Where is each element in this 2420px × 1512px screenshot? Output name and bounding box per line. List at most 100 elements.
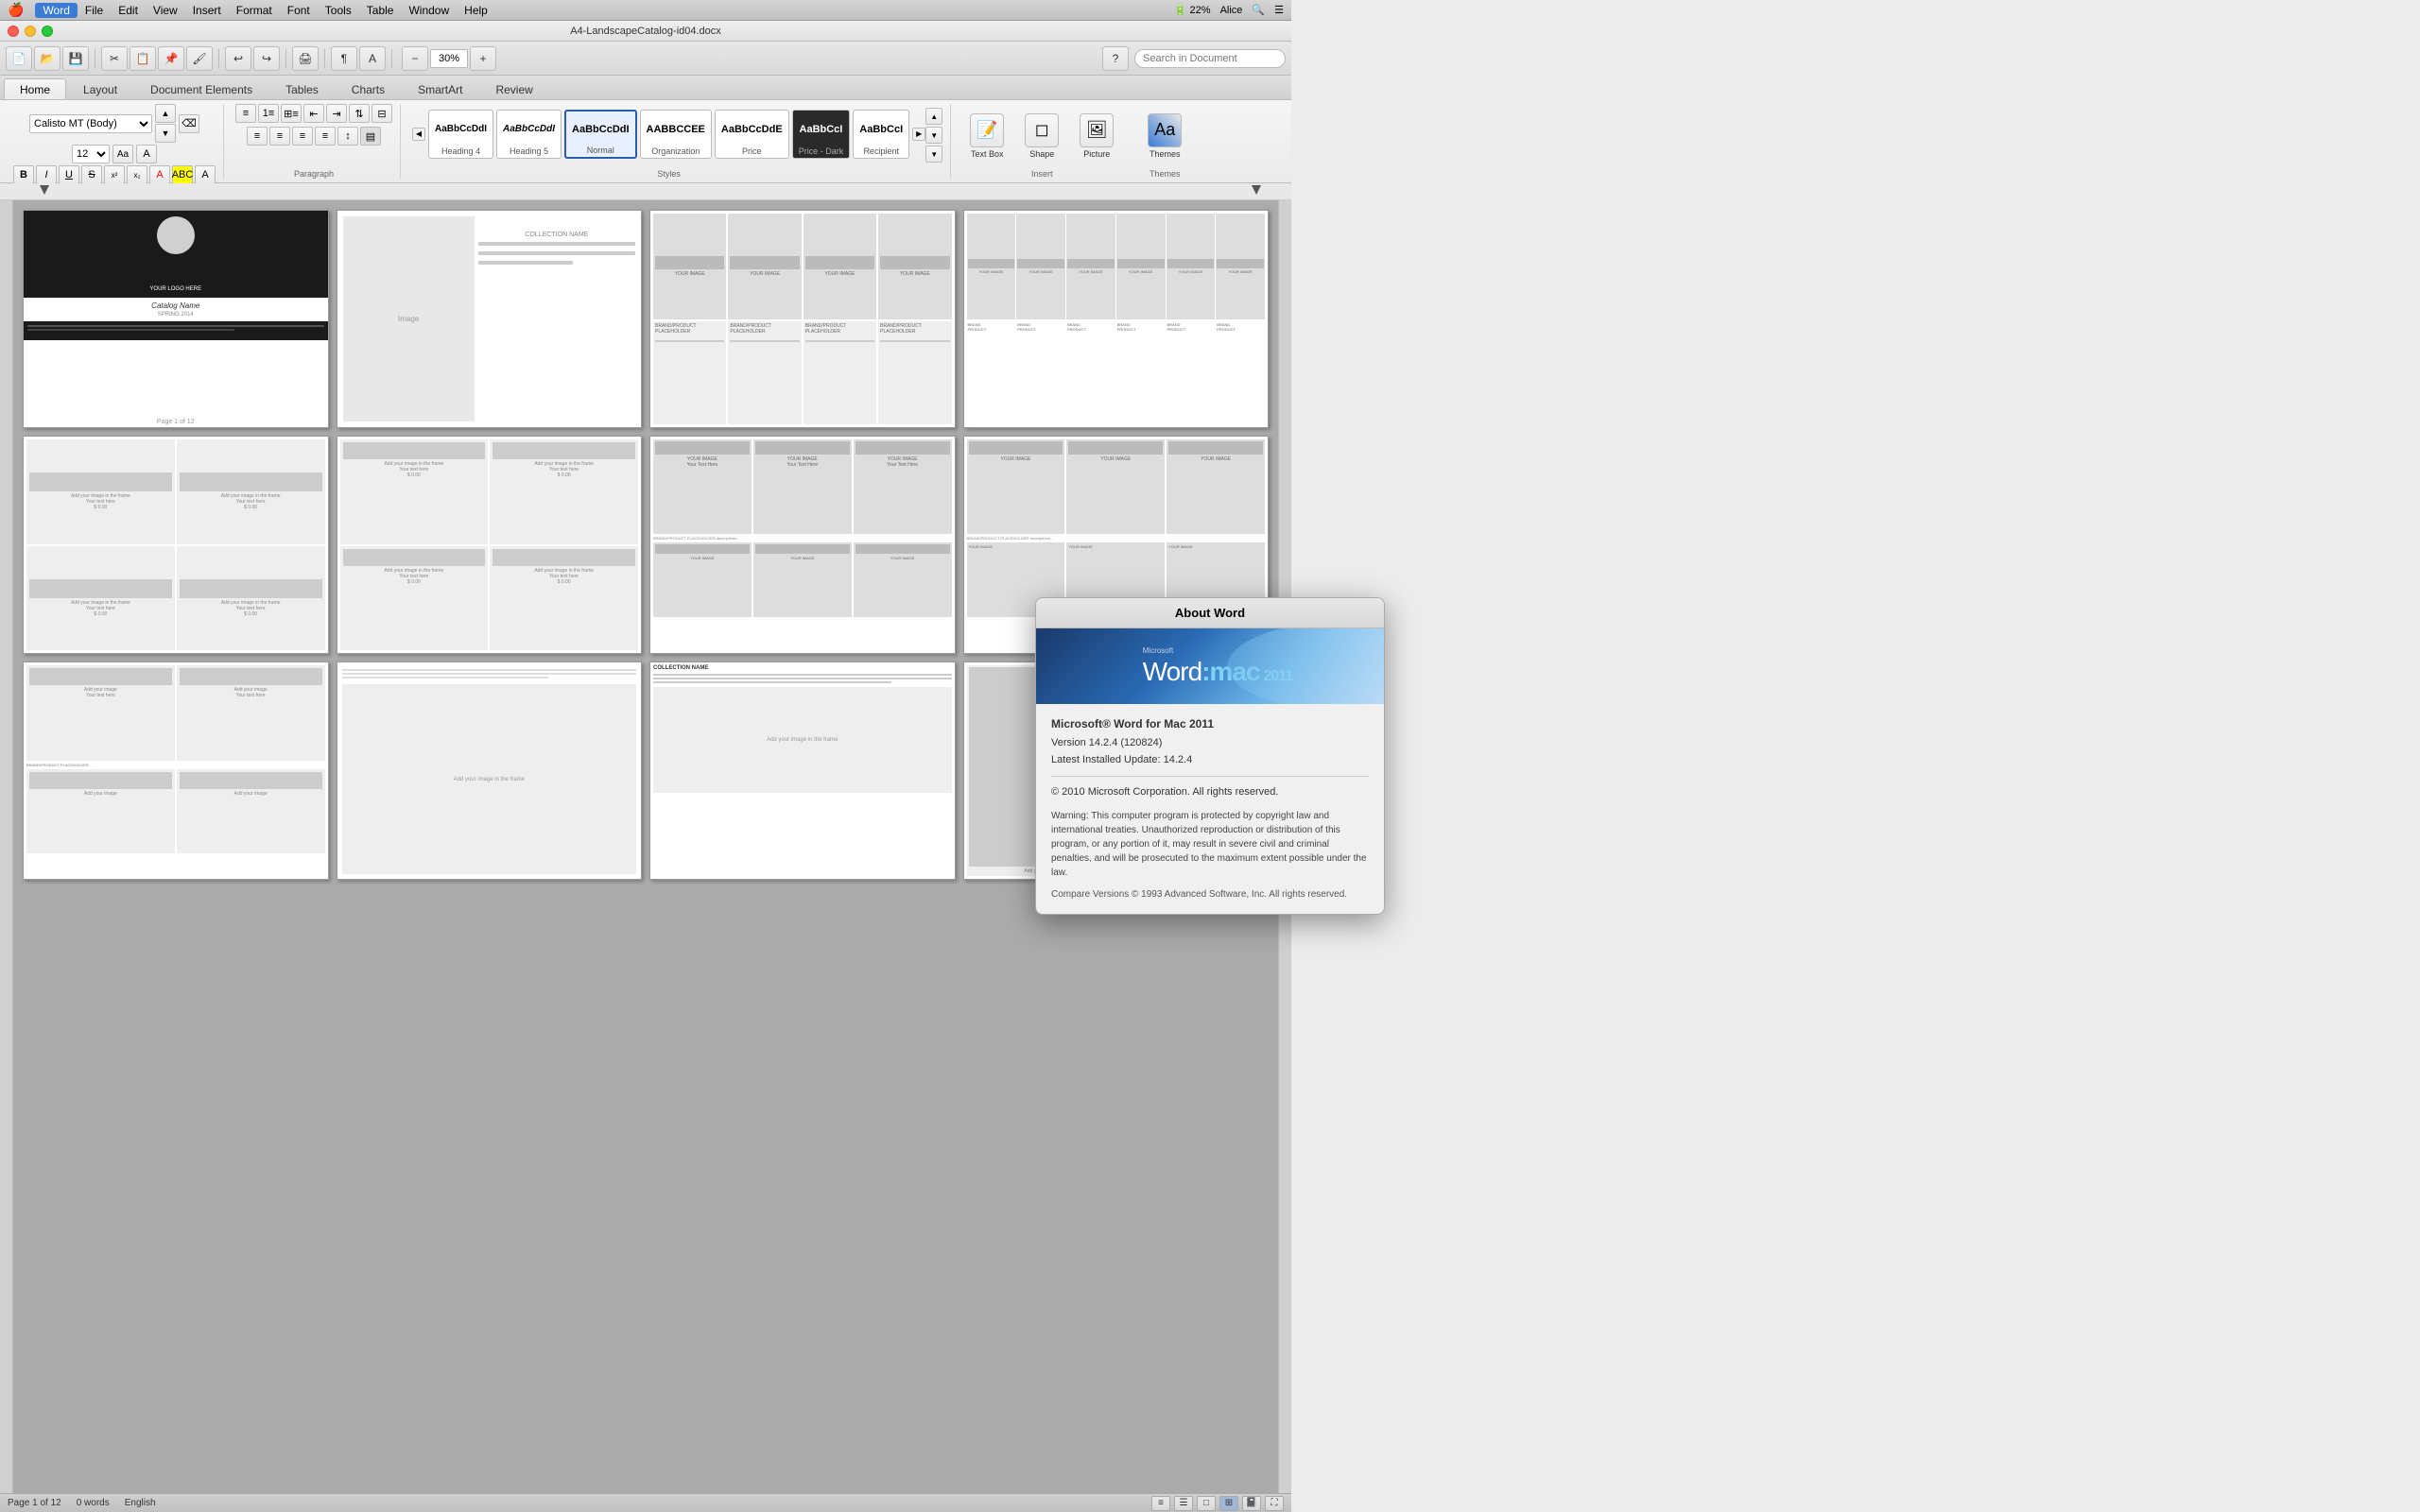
menu-format[interactable]: Format [229,3,280,18]
menu-edit[interactable]: Edit [111,3,146,18]
style-organization[interactable]: AABBCCEE Organization [640,110,712,159]
page-thumb-6[interactable]: Add your image in the frameYour text her… [337,436,643,654]
style-recipient[interactable]: AaBbCcI Recipient [853,110,909,159]
justify-button[interactable]: ≡ [315,127,336,146]
tab-tables[interactable]: Tables [269,78,335,99]
styles-prev-button[interactable]: ◀ [412,128,425,141]
increase-indent-button[interactable]: ⇥ [326,104,347,123]
align-right-button[interactable]: ≡ [292,127,313,146]
bold-button[interactable]: B [13,165,34,184]
tab-document-elements[interactable]: Document Elements [134,78,268,99]
apple-menu[interactable]: 🍎 [8,2,24,18]
strikethrough-button[interactable]: S [81,165,102,184]
page-layout-button[interactable]: ⊞ [1219,1496,1238,1511]
help-button[interactable]: ? [1102,46,1129,71]
numbering-button[interactable]: 1≡ [258,104,279,123]
menu-insert[interactable]: Insert [185,3,229,18]
draft-view-button[interactable]: ≡ [1151,1496,1170,1511]
superscript-button[interactable]: x² [104,165,125,184]
styles-expand-button[interactable]: ▲ [925,108,942,125]
menu-word[interactable]: Word [35,3,77,18]
tab-home[interactable]: Home [4,78,66,99]
tab-review[interactable]: Review [479,78,548,99]
page-thumb-9[interactable]: Add your imageYour text here Add your im… [23,662,329,880]
sort-button[interactable]: ⇅ [349,104,370,123]
menu-view[interactable]: View [146,3,185,18]
focus-mode-button[interactable]: ⛶ [1265,1496,1284,1511]
page-thumb-2[interactable]: Image COLLECTION NAME [337,210,643,428]
zoom-out-button[interactable]: − [402,46,428,71]
paragraph-marks-button[interactable]: ¶ [331,46,357,71]
tab-smartart[interactable]: SmartArt [402,78,478,99]
bullets-button[interactable]: ≡ [235,104,256,123]
shading-button[interactable]: ▤ [360,127,381,146]
highlight-button[interactable]: ABC [172,165,193,184]
font-size-up-button[interactable]: ▲ [155,104,176,123]
menu-help[interactable]: Help [457,3,495,18]
page-thumb-4[interactable]: YOUR IMAGE YOUR IMAGE YOUR IMAGE YOUR IM… [963,210,1270,428]
column-layout-button[interactable]: ⊟ [372,104,392,123]
shape-insert[interactable]: ◻ Shape [1017,112,1066,161]
italic-button[interactable]: I [36,165,57,184]
font-size-down-button[interactable]: ▼ [155,124,176,143]
search-icon[interactable]: 🔍 [1252,4,1265,16]
format-paint-button[interactable]: 🖌 [186,46,213,71]
styles-next-button[interactable]: ▶ [912,128,925,141]
paste-button[interactable]: 📌 [158,46,184,71]
style-price-dark[interactable]: AaBbCcI Price - Dark [792,110,851,159]
menu-font[interactable]: Font [280,3,318,18]
tab-charts[interactable]: Charts [336,78,401,99]
zoom-input[interactable] [430,49,468,68]
uppercase-button[interactable]: Aa [112,145,133,163]
align-left-button[interactable]: ≡ [247,127,268,146]
copy-button[interactable]: 📋 [130,46,156,71]
page-thumb-3[interactable]: YOUR IMAGE YOUR IMAGE YOUR IMAGE YOUR IM… [649,210,956,428]
style-price[interactable]: AaBbCcDdE Price [715,110,789,159]
print-layout-button[interactable]: □ [1197,1496,1216,1511]
page-thumb-1[interactable]: YOUR LOGO HERE Catalog Name SPRING 2014 … [23,210,329,428]
tab-layout[interactable]: Layout [67,78,133,99]
decrease-indent-button[interactable]: ⇤ [303,104,324,123]
print-button[interactable]: 🖨 [292,46,319,71]
menu-file[interactable]: File [78,3,111,18]
picture-insert[interactable]: 🖼 Picture [1072,112,1121,161]
style-heading4[interactable]: AaBbCcDdI Heading 4 [428,110,493,159]
new-button[interactable]: 📄 [6,46,32,71]
text-effects-button[interactable]: A [195,165,216,184]
menu-tools[interactable]: Tools [318,3,359,18]
page-thumb-7[interactable]: YOUR IMAGEYour Text Here YOUR IMAGEYour … [649,436,956,654]
formatting-button[interactable]: A [359,46,386,71]
outline-view-button[interactable]: ☰ [1174,1496,1193,1511]
themes-insert[interactable]: Aa Themes [1140,112,1189,161]
redo-button[interactable]: ↪ [253,46,280,71]
menu-icon[interactable]: ☰ [1274,4,1284,16]
undo-button[interactable]: ↩ [225,46,251,71]
styles-menu-button[interactable]: ▼ [925,146,942,163]
style-normal[interactable]: AaBbCcDdI Normal [564,110,637,159]
menu-window[interactable]: Window [401,3,457,18]
text-box-insert[interactable]: 📝 Text Box [962,112,1011,161]
subscript-button[interactable]: x₂ [127,165,147,184]
font-color-button[interactable]: A [149,165,170,184]
menu-table[interactable]: Table [359,3,402,18]
search-input[interactable] [1134,49,1286,68]
style-heading5[interactable]: AaBbCcDdI Heading 5 [496,110,562,159]
fullscreen-button[interactable] [42,26,53,37]
styles-collapse-button[interactable]: ▼ [925,127,942,144]
zoom-in-button[interactable]: + [470,46,496,71]
save-button[interactable]: 💾 [62,46,89,71]
page-thumb-10[interactable]: Add your image in the frame [337,662,643,880]
underline-button[interactable]: U [59,165,79,184]
open-button[interactable]: 📂 [34,46,60,71]
multilevel-list-button[interactable]: ⊞≡ [281,104,302,123]
close-button[interactable] [8,26,19,37]
font-family-select[interactable]: Calisto MT (Body) [29,114,152,133]
clear-format-button[interactable]: ⌫ [179,114,199,133]
notebook-view-button[interactable]: 📓 [1242,1496,1261,1511]
align-center-button[interactable]: ≡ [269,127,290,146]
font-size-select[interactable]: 12 [72,145,110,163]
page-thumb-5[interactable]: Add your image in the frameYour text her… [23,436,329,654]
page-thumb-11[interactable]: COLLECTION NAME Add your image in the fr… [649,662,956,880]
minimize-button[interactable] [25,26,36,37]
line-spacing-button[interactable]: ↕ [337,127,358,146]
